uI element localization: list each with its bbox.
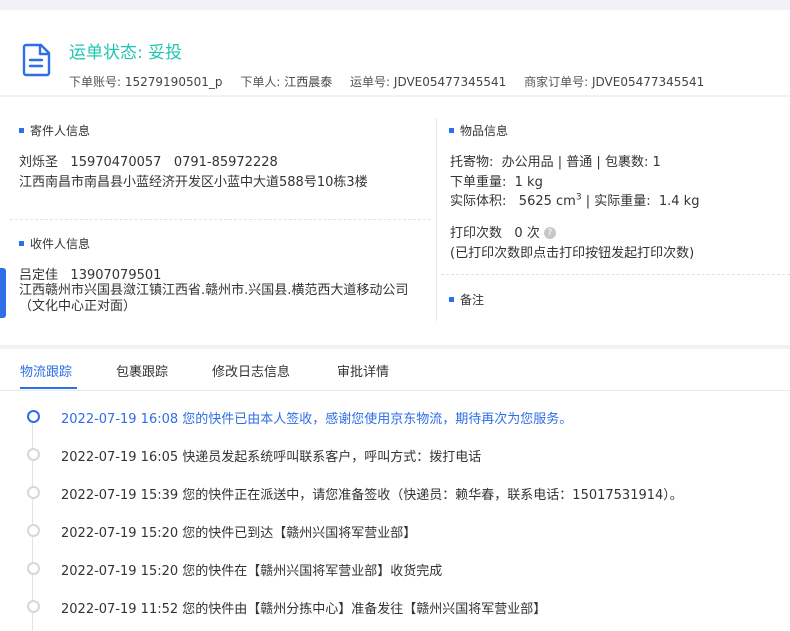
timeline-item: 2022-07-19 16:05 快递员发起系统呼叫联系客户，呼叫方式：拨打电话 (61, 450, 482, 465)
tracking-tabs: 物流跟踪 包裹跟踪 修改日志信息 审批详情 (0, 349, 790, 391)
orderer-label: 下单人: (240, 75, 281, 89)
timeline-item: 2022-07-19 15:39 您的快件正在派送中，请您准备签收（快递员：赖华… (61, 488, 683, 503)
orderer-value: 江西晨泰 (284, 75, 333, 89)
tab-approval-details[interactable]: 审批详情 (337, 361, 389, 380)
waybill-value: JDVE05477345541 (393, 75, 507, 89)
tab-logistics-tracking[interactable]: 物流跟踪 (20, 361, 72, 380)
waybill-header-card: 运单状态: 妥投 下单账号: 15279190501_p 下单人: 江西晨泰 运… (0, 10, 790, 95)
receiver-phone: 13907079501 (70, 268, 162, 283)
timeline-dot (27, 524, 40, 537)
merchant-order-label: 商家订单号: (524, 75, 589, 89)
timeline-dot (27, 562, 40, 575)
receiver-section-title: 收件人信息 (19, 235, 90, 252)
sender-address: 江西南昌市南昌县小蓝经济开发区小蓝中大道588号10栋3楼 (19, 175, 368, 190)
sender-phone: 15970470057 (70, 155, 162, 170)
order-account-label: 下单账号: (69, 75, 122, 89)
goods-remark-divider (441, 274, 790, 275)
sender-section-title: 寄件人信息 (19, 122, 90, 139)
goods-order-weight: 下单重量: 1 kg (450, 175, 543, 190)
timeline-item: 2022-07-19 15:20 您的快件已到达【赣州兴国将军营业部】 (61, 526, 417, 541)
receiver-address: 江西赣州市兴国县潋江镇江西省.赣州市.兴国县.横范西大道移动公司（文化中心正对面… (19, 283, 409, 314)
timeline-dot-active (27, 410, 40, 423)
question-circle-icon[interactable]: ? (543, 226, 556, 239)
column-divider (436, 118, 437, 321)
merchant-order-value: JDVE05477345541 (591, 75, 705, 89)
active-tab-indicator (20, 387, 77, 389)
timeline-item: 2022-07-19 11:52 您的快件由【赣州分拣中心】准备发往【赣州兴国将… (61, 602, 547, 617)
timeline-item: 2022-07-19 15:20 您的快件在【赣州兴国将军营业部】收货完成 (61, 564, 443, 579)
timeline-dot (27, 600, 40, 613)
sender-contact: 刘烁圣 15970470057 0791-85972228 (19, 151, 278, 170)
waybill-status: 运单状态: 妥投 (69, 43, 183, 63)
timeline-item: 2022-07-19 16:08 您的快件已由本人签收，感谢您使用京东物流，期待… (61, 412, 573, 427)
sender-receiver-divider (10, 219, 431, 220)
document-icon (22, 43, 51, 77)
timeline-dot (27, 486, 40, 499)
goods-print-hint: (已打印次数即点击打印按钮发起打印次数) (450, 246, 695, 261)
tab-package-tracking[interactable]: 包裹跟踪 (116, 361, 168, 380)
receiver-name: 吕定佳 (19, 268, 59, 283)
goods-print-count: 打印次数 0 次? (450, 222, 556, 241)
goods-section-title: 物品信息 (449, 122, 508, 139)
waybill-label: 运单号: (350, 75, 391, 89)
goods-consign: 托寄物: 办公用品 | 普通 | 包裹数: 1 (450, 155, 661, 170)
tab-change-log[interactable]: 修改日志信息 (212, 361, 290, 380)
sender-tel: 0791-85972228 (173, 155, 278, 170)
timeline-dot (27, 448, 40, 461)
order-account-value: 15279190501_p (124, 75, 223, 89)
remark-section-title: 备注 (449, 291, 484, 308)
side-drawer-handle[interactable] (0, 268, 6, 318)
sender-name: 刘烁圣 (19, 155, 59, 170)
receiver-contact: 吕定佳 13907079501 (19, 264, 161, 283)
tracking-card: 物流跟踪 包裹跟踪 修改日志信息 审批详情 2022-07-19 16:08 您… (0, 349, 790, 631)
goods-volume-weight: 实际体积: 5625 cm3 | 实际重量: 1.4 kg (450, 192, 700, 209)
waybill-meta: 下单账号: 15279190501_p 下单人: 江西晨泰 运单号: JDVE0… (69, 73, 704, 90)
